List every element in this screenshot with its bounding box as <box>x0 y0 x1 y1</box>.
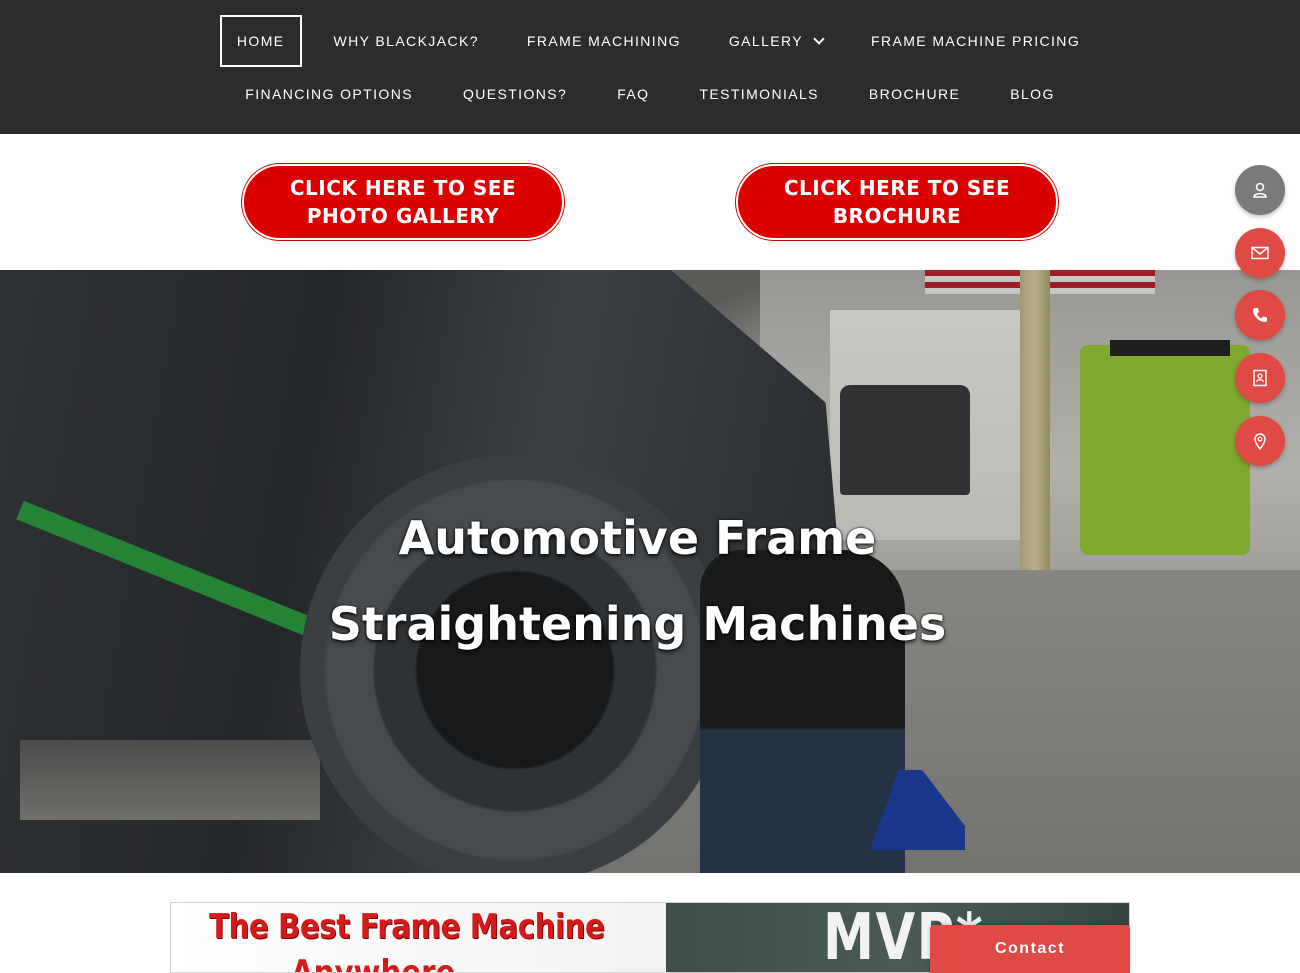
side-phone-button[interactable] <box>1235 290 1285 340</box>
nav-item-frame-machining[interactable]: FRAME MACHINING <box>527 15 681 67</box>
chevron-down-icon <box>813 32 825 45</box>
side-location-button[interactable] <box>1235 416 1285 466</box>
hero-title: Automotive Frame Straightening Machines <box>0 495 1275 667</box>
hero-section: Automotive Frame Straightening Machines <box>0 270 1300 873</box>
nav-item-brochure[interactable]: BROCHURE <box>869 72 960 116</box>
promo-banner-subline: Anywhere <box>291 953 456 973</box>
side-mail-button[interactable] <box>1235 228 1285 278</box>
nav-item-home[interactable]: HOME <box>219 15 302 67</box>
nav-item-gallery[interactable]: GALLERY <box>728 15 825 67</box>
nav-item-testimonials[interactable]: TESTIMONIALS <box>699 72 818 116</box>
side-person-button[interactable] <box>1235 165 1285 215</box>
nav-item-faq[interactable]: FAQ <box>617 72 649 116</box>
person-icon <box>1253 182 1267 198</box>
phone-icon <box>1253 308 1267 322</box>
nav-row-primary: HOME WHY BLACKJACK? FRAME MACHINING GALL… <box>0 15 1300 67</box>
brochure-button[interactable]: CLICK HERE TO SEE BROCHURE <box>736 164 1058 240</box>
nav-item-questions[interactable]: QUESTIONS? <box>463 72 567 116</box>
main-navigation: HOME WHY BLACKJACK? FRAME MACHINING GALL… <box>0 0 1300 134</box>
side-contact-card-button[interactable] <box>1235 353 1285 403</box>
nav-item-financing-options[interactable]: FINANCING OPTIONS <box>245 72 413 116</box>
location-pin-icon <box>1254 433 1266 451</box>
photo-gallery-button[interactable]: CLICK HERE TO SEE PHOTO GALLERY <box>242 164 564 240</box>
nav-item-why-blackjack[interactable]: WHY BLACKJACK? <box>334 15 479 67</box>
hero-title-line1: Automotive Frame <box>398 511 877 565</box>
hero-title-line2: Straightening Machines <box>328 597 947 651</box>
mail-icon <box>1251 246 1269 260</box>
nav-row-secondary: FINANCING OPTIONS QUESTIONS? FAQ TESTIMO… <box>0 72 1300 116</box>
contact-card-icon <box>1253 369 1267 387</box>
promo-banner-headline: The Best Frame Machine <box>209 907 605 947</box>
nav-item-frame-machine-pricing[interactable]: FRAME MACHINE PRICING <box>871 15 1080 67</box>
nav-item-blog[interactable]: BLOG <box>1010 72 1055 116</box>
contact-tab-button[interactable]: Contact <box>930 925 1130 973</box>
nav-item-gallery-label: GALLERY <box>728 33 804 49</box>
